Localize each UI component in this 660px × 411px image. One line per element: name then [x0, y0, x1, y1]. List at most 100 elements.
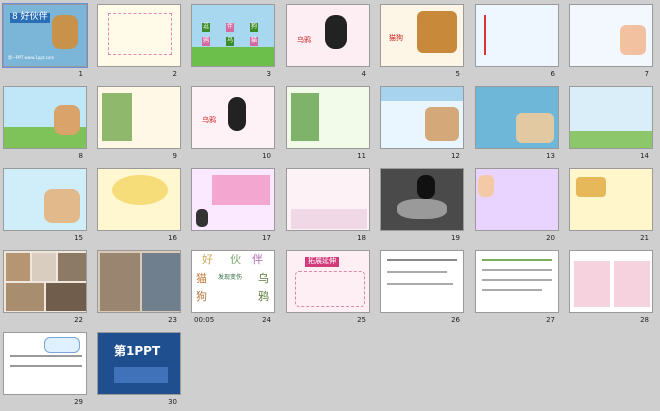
- text-line: [387, 259, 457, 261]
- grass: [570, 131, 652, 148]
- slide-thumbnail-20[interactable]: [475, 168, 559, 231]
- slide-number: 10: [262, 152, 271, 160]
- slide-thumbnail-30[interactable]: 第1PPT: [97, 332, 181, 395]
- word-card: 乌: [226, 37, 235, 46]
- slide-thumbnail-23[interactable]: [97, 250, 181, 313]
- slide-thumbnail-21[interactable]: [569, 168, 653, 231]
- crow-image: [196, 209, 208, 227]
- slide-number: 18: [357, 234, 366, 242]
- slide-thumbnail-9[interactable]: [97, 86, 181, 149]
- photo: [46, 283, 86, 311]
- slide-thumbnail-15[interactable]: [3, 168, 87, 231]
- text-line: [387, 271, 447, 273]
- photo: [32, 253, 56, 281]
- slide-thumbnail-17[interactable]: [191, 168, 275, 231]
- cartoon-image: [516, 113, 554, 143]
- slide-number: 15: [74, 234, 83, 242]
- text-frame: [108, 13, 172, 55]
- speech-cloud: [112, 175, 168, 205]
- slide-number: 14: [640, 152, 649, 160]
- tree-illustration: [102, 93, 132, 141]
- slide-number: 24: [262, 316, 271, 324]
- crow-photo: [417, 175, 435, 199]
- slide-thumbnail-10[interactable]: 乌鸦: [191, 86, 275, 149]
- slide-label: 乌鸦: [202, 116, 216, 124]
- slide-number: 16: [168, 234, 177, 242]
- cartoon-image: [620, 25, 646, 55]
- word-card: 伴: [226, 23, 235, 32]
- tree-illustration: [291, 93, 319, 141]
- transition-time: 00:05: [194, 316, 215, 324]
- slide-thumbnail-6[interactable]: [475, 4, 559, 67]
- slide-number: 29: [74, 398, 83, 406]
- slide-thumbnail-27[interactable]: [475, 250, 559, 313]
- slide-thumbnail-24[interactable]: 好 伙 伴 猫 狗 乌 鸦 发现变伤: [191, 250, 275, 313]
- slide-thumbnail-3[interactable]: 逗 伴 狗 鸦 乌 猫: [191, 4, 275, 67]
- text-line: [10, 355, 82, 357]
- logo: 第1PPT: [114, 344, 161, 358]
- word: 狗: [196, 290, 207, 303]
- slide-thumbnail-26[interactable]: [380, 250, 464, 313]
- slide-number: 30: [168, 398, 177, 406]
- word: 猫: [196, 272, 207, 285]
- photo: [58, 253, 86, 281]
- cartoon-image: [425, 107, 459, 141]
- slide-thumbnail-19[interactable]: [380, 168, 464, 231]
- slide-thumbnail-8[interactable]: [3, 86, 87, 149]
- slide-number: 12: [451, 152, 460, 160]
- slide-thumbnail-5[interactable]: 猫狗: [380, 4, 464, 67]
- slide-thumbnail-18[interactable]: [286, 168, 370, 231]
- slide-thumbnail-13[interactable]: [475, 86, 559, 149]
- word-card: 猫: [250, 37, 259, 46]
- grass: [192, 47, 274, 66]
- link-list: [114, 367, 168, 383]
- text-block: [484, 15, 532, 55]
- slide-sorter-grid: 8 好伙伴 第一PPT www.1ppt.com 1 2 逗 伴 狗 鸦 乌 猫…: [0, 0, 660, 411]
- slide-number: 7: [644, 70, 649, 78]
- animal-illustration: [54, 105, 80, 135]
- slide-label: 乌鸦: [297, 36, 311, 44]
- slide-thumbnail-4[interactable]: 乌鸦: [286, 4, 370, 67]
- slide-number: 17: [262, 234, 271, 242]
- slide-number: 2: [172, 70, 177, 78]
- slide-number: 8: [78, 152, 83, 160]
- slide-thumbnail-29[interactable]: [3, 332, 87, 395]
- slide-thumbnail-7[interactable]: [569, 4, 653, 67]
- word: 鸦: [258, 290, 269, 303]
- word: 伴: [252, 253, 263, 266]
- slide-number: 20: [546, 234, 555, 242]
- slide-label: 猫狗: [389, 34, 403, 42]
- slide-thumbnail-16[interactable]: [97, 168, 181, 231]
- text-line: [10, 365, 82, 367]
- slide-number: 3: [266, 70, 271, 78]
- slide-thumbnail-1[interactable]: 8 好伙伴 第一PPT www.1ppt.com: [2, 3, 88, 68]
- slide-number: 25: [357, 316, 366, 324]
- slide-thumbnail-25[interactable]: 拓展延伸: [286, 250, 370, 313]
- slide-thumbnail-2[interactable]: [97, 4, 181, 67]
- word: 乌: [258, 272, 269, 285]
- text-line: [482, 289, 542, 291]
- slide-number: 1: [78, 70, 83, 78]
- crow-image: [325, 15, 347, 49]
- cartoon-image: [576, 177, 606, 197]
- slide-number: 9: [172, 152, 177, 160]
- photo: [100, 253, 140, 311]
- cartoon-image: [44, 189, 80, 223]
- slide-thumbnail-22[interactable]: [3, 250, 87, 313]
- slide-thumbnail-28[interactable]: [569, 250, 653, 313]
- photo: [142, 253, 180, 311]
- text-banner: [212, 175, 270, 205]
- slide-number: 21: [640, 234, 649, 242]
- slide-thumbnail-12[interactable]: [380, 86, 464, 149]
- crow-image: [228, 97, 246, 131]
- slide-footer: 第一PPT www.1ppt.com: [8, 55, 55, 60]
- dog-photo: [417, 11, 457, 53]
- slide-thumbnail-11[interactable]: [286, 86, 370, 149]
- slide-header: [381, 87, 463, 101]
- slide-number: 13: [546, 152, 555, 160]
- word-card: 逗: [202, 23, 211, 32]
- word: 伙: [230, 253, 241, 266]
- slide-number: 19: [451, 234, 460, 242]
- slide-thumbnail-14[interactable]: [569, 86, 653, 149]
- speech-bubble: [44, 337, 80, 353]
